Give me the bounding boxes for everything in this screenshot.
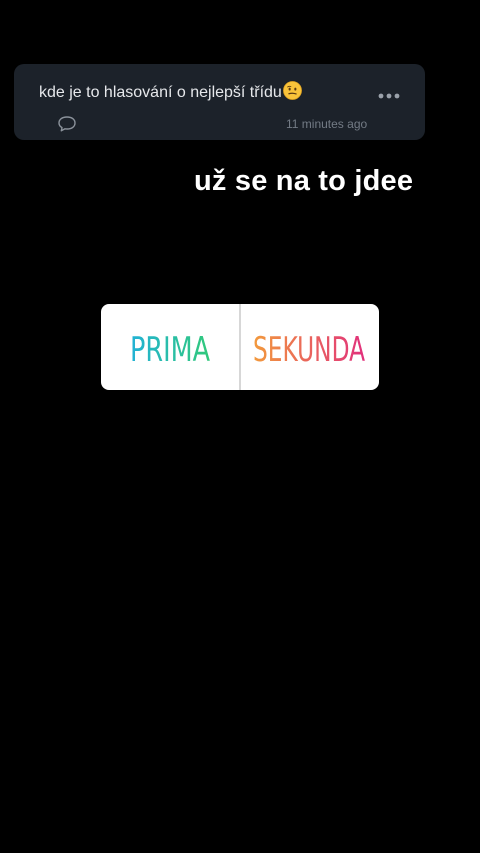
poll-option-sekunda[interactable]: SEKUNDA [241,304,379,390]
comment-card: kde je to hlasování o nejlepší třídu 11 … [14,64,425,140]
more-options-icon[interactable] [377,92,401,100]
poll-sticker: PRIMA SEKUNDA [101,304,379,390]
comment-text: kde je to hlasování o nejlepší třídu [39,84,282,101]
poll-option-prima-label: PRIMA [130,330,210,370]
neutral-face-emoji-icon [282,81,302,100]
poll-option-sekunda-graphic: SEKUNDA [253,330,365,370]
comment-timestamp: 11 minutes ago [286,117,368,131]
poll-option-prima[interactable]: PRIMA [101,304,239,390]
reply-speech-bubble-icon[interactable] [57,115,77,133]
story-caption: už se na to jdee [194,165,414,197]
poll-option-sekunda-label: SEKUNDA [253,330,365,370]
poll-option-prima-graphic: PRIMA [130,330,210,370]
comment-text-container: kde je to hlasování o nejlepší třídu [39,81,302,102]
